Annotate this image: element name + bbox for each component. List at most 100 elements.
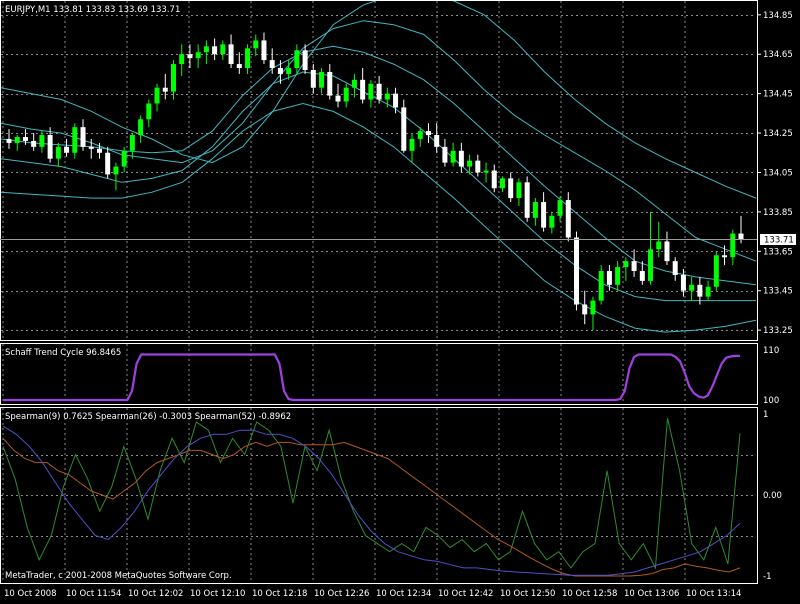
current-price-box: 133.71: [0, 234, 796, 246]
candle[interactable]: [483, 162, 489, 183]
candle[interactable]: [327, 64, 333, 100]
candle-body: [680, 274, 686, 291]
candle[interactable]: [425, 123, 431, 143]
candle[interactable]: [639, 261, 645, 285]
x-tick-label: 10 Oct 12:26: [314, 589, 369, 599]
candle[interactable]: [368, 79, 374, 108]
candle[interactable]: [491, 164, 497, 193]
candle-body: [384, 93, 390, 100]
candle-body: [154, 87, 160, 104]
candle[interactable]: [261, 32, 267, 65]
candle-body: [360, 79, 366, 100]
candle[interactable]: [203, 40, 209, 65]
candle[interactable]: [310, 64, 316, 94]
candle[interactable]: [434, 123, 440, 153]
candle[interactable]: [458, 142, 464, 173]
candle[interactable]: [705, 280, 711, 301]
candle[interactable]: [401, 99, 407, 153]
candle-body: [648, 249, 654, 281]
candle[interactable]: [409, 133, 415, 163]
candle[interactable]: [162, 73, 168, 100]
candle[interactable]: [713, 251, 719, 291]
candle[interactable]: [664, 231, 670, 266]
candle[interactable]: [212, 38, 218, 61]
candle[interactable]: [47, 127, 53, 163]
candle[interactable]: [730, 229, 736, 266]
candle[interactable]: [648, 211, 654, 285]
candle[interactable]: [187, 44, 193, 69]
candle-body: [22, 136, 28, 141]
spearman-line-9: [2, 417, 741, 570]
candle[interactable]: [442, 138, 448, 167]
y-tick-label: 134.05: [763, 168, 793, 178]
candle[interactable]: [384, 87, 390, 108]
candle-body: [541, 202, 547, 228]
candle-body: [179, 54, 185, 65]
spearman-line-26: [2, 437, 741, 577]
candle[interactable]: [565, 192, 571, 242]
candle-body: [72, 127, 78, 153]
candle-body: [39, 135, 45, 147]
candle[interactable]: [72, 123, 78, 159]
candle[interactable]: [393, 87, 399, 114]
candle[interactable]: [582, 290, 588, 325]
candle[interactable]: [179, 44, 185, 76]
candle[interactable]: [105, 146, 111, 179]
mt4-chart-window[interactable]: 134.85 134.65 134.45 134.25 134.05 133.85 133.…: [0, 0, 800, 600]
candle[interactable]: [113, 162, 119, 191]
candle[interactable]: [689, 276, 695, 301]
candle[interactable]: [195, 44, 201, 69]
candle[interactable]: [574, 231, 580, 311]
candle[interactable]: [236, 52, 242, 74]
candle[interactable]: [549, 211, 555, 234]
candle[interactable]: [672, 257, 678, 281]
y-tick-label: 133.65: [763, 247, 793, 257]
candle[interactable]: [245, 44, 251, 74]
candle[interactable]: [302, 44, 308, 74]
candle[interactable]: [516, 178, 522, 206]
candle[interactable]: [524, 176, 530, 222]
candle[interactable]: [475, 154, 481, 177]
symbol-header: EURJPY,M1 133.81 133.83 133.69 133.71: [5, 5, 180, 15]
candle[interactable]: [138, 115, 144, 143]
price-chart-svg[interactable]: 134.85 134.65 134.45 134.25 134.05 133.85 133.…: [0, 0, 800, 600]
candle[interactable]: [39, 131, 45, 153]
candle[interactable]: [598, 265, 604, 305]
candle-body: [269, 60, 275, 69]
candle[interactable]: [146, 99, 152, 128]
candle[interactable]: [360, 68, 366, 104]
candle[interactable]: [343, 83, 349, 108]
candle-body: [491, 170, 497, 189]
candle[interactable]: [31, 133, 37, 151]
candle[interactable]: [228, 34, 234, 69]
x-tick-label: 10 Oct 12:42: [438, 589, 493, 599]
candle[interactable]: [294, 44, 300, 74]
candle[interactable]: [590, 296, 596, 331]
candle[interactable]: [80, 119, 86, 151]
candle[interactable]: [499, 176, 505, 193]
candle[interactable]: [170, 60, 176, 100]
candle[interactable]: [129, 133, 135, 159]
candle[interactable]: [14, 135, 20, 151]
candle[interactable]: [220, 40, 226, 61]
candle[interactable]: [508, 172, 514, 203]
candle[interactable]: [557, 196, 563, 222]
candle[interactable]: [631, 249, 637, 277]
candle-body: [442, 146, 448, 163]
candle[interactable]: [319, 68, 325, 94]
candle[interactable]: [615, 261, 621, 291]
candle[interactable]: [532, 198, 538, 226]
candle[interactable]: [6, 129, 12, 149]
candle[interactable]: [154, 83, 160, 112]
candle[interactable]: [623, 257, 629, 281]
candle-body: [236, 64, 242, 69]
candle[interactable]: [450, 142, 456, 167]
spearman-series: [2, 417, 741, 577]
candle[interactable]: [335, 83, 341, 108]
candle[interactable]: [541, 192, 547, 232]
candle[interactable]: [376, 75, 382, 104]
candle-body: [713, 255, 719, 287]
candle-body: [467, 160, 473, 167]
candle[interactable]: [55, 142, 61, 167]
candle[interactable]: [253, 34, 259, 57]
